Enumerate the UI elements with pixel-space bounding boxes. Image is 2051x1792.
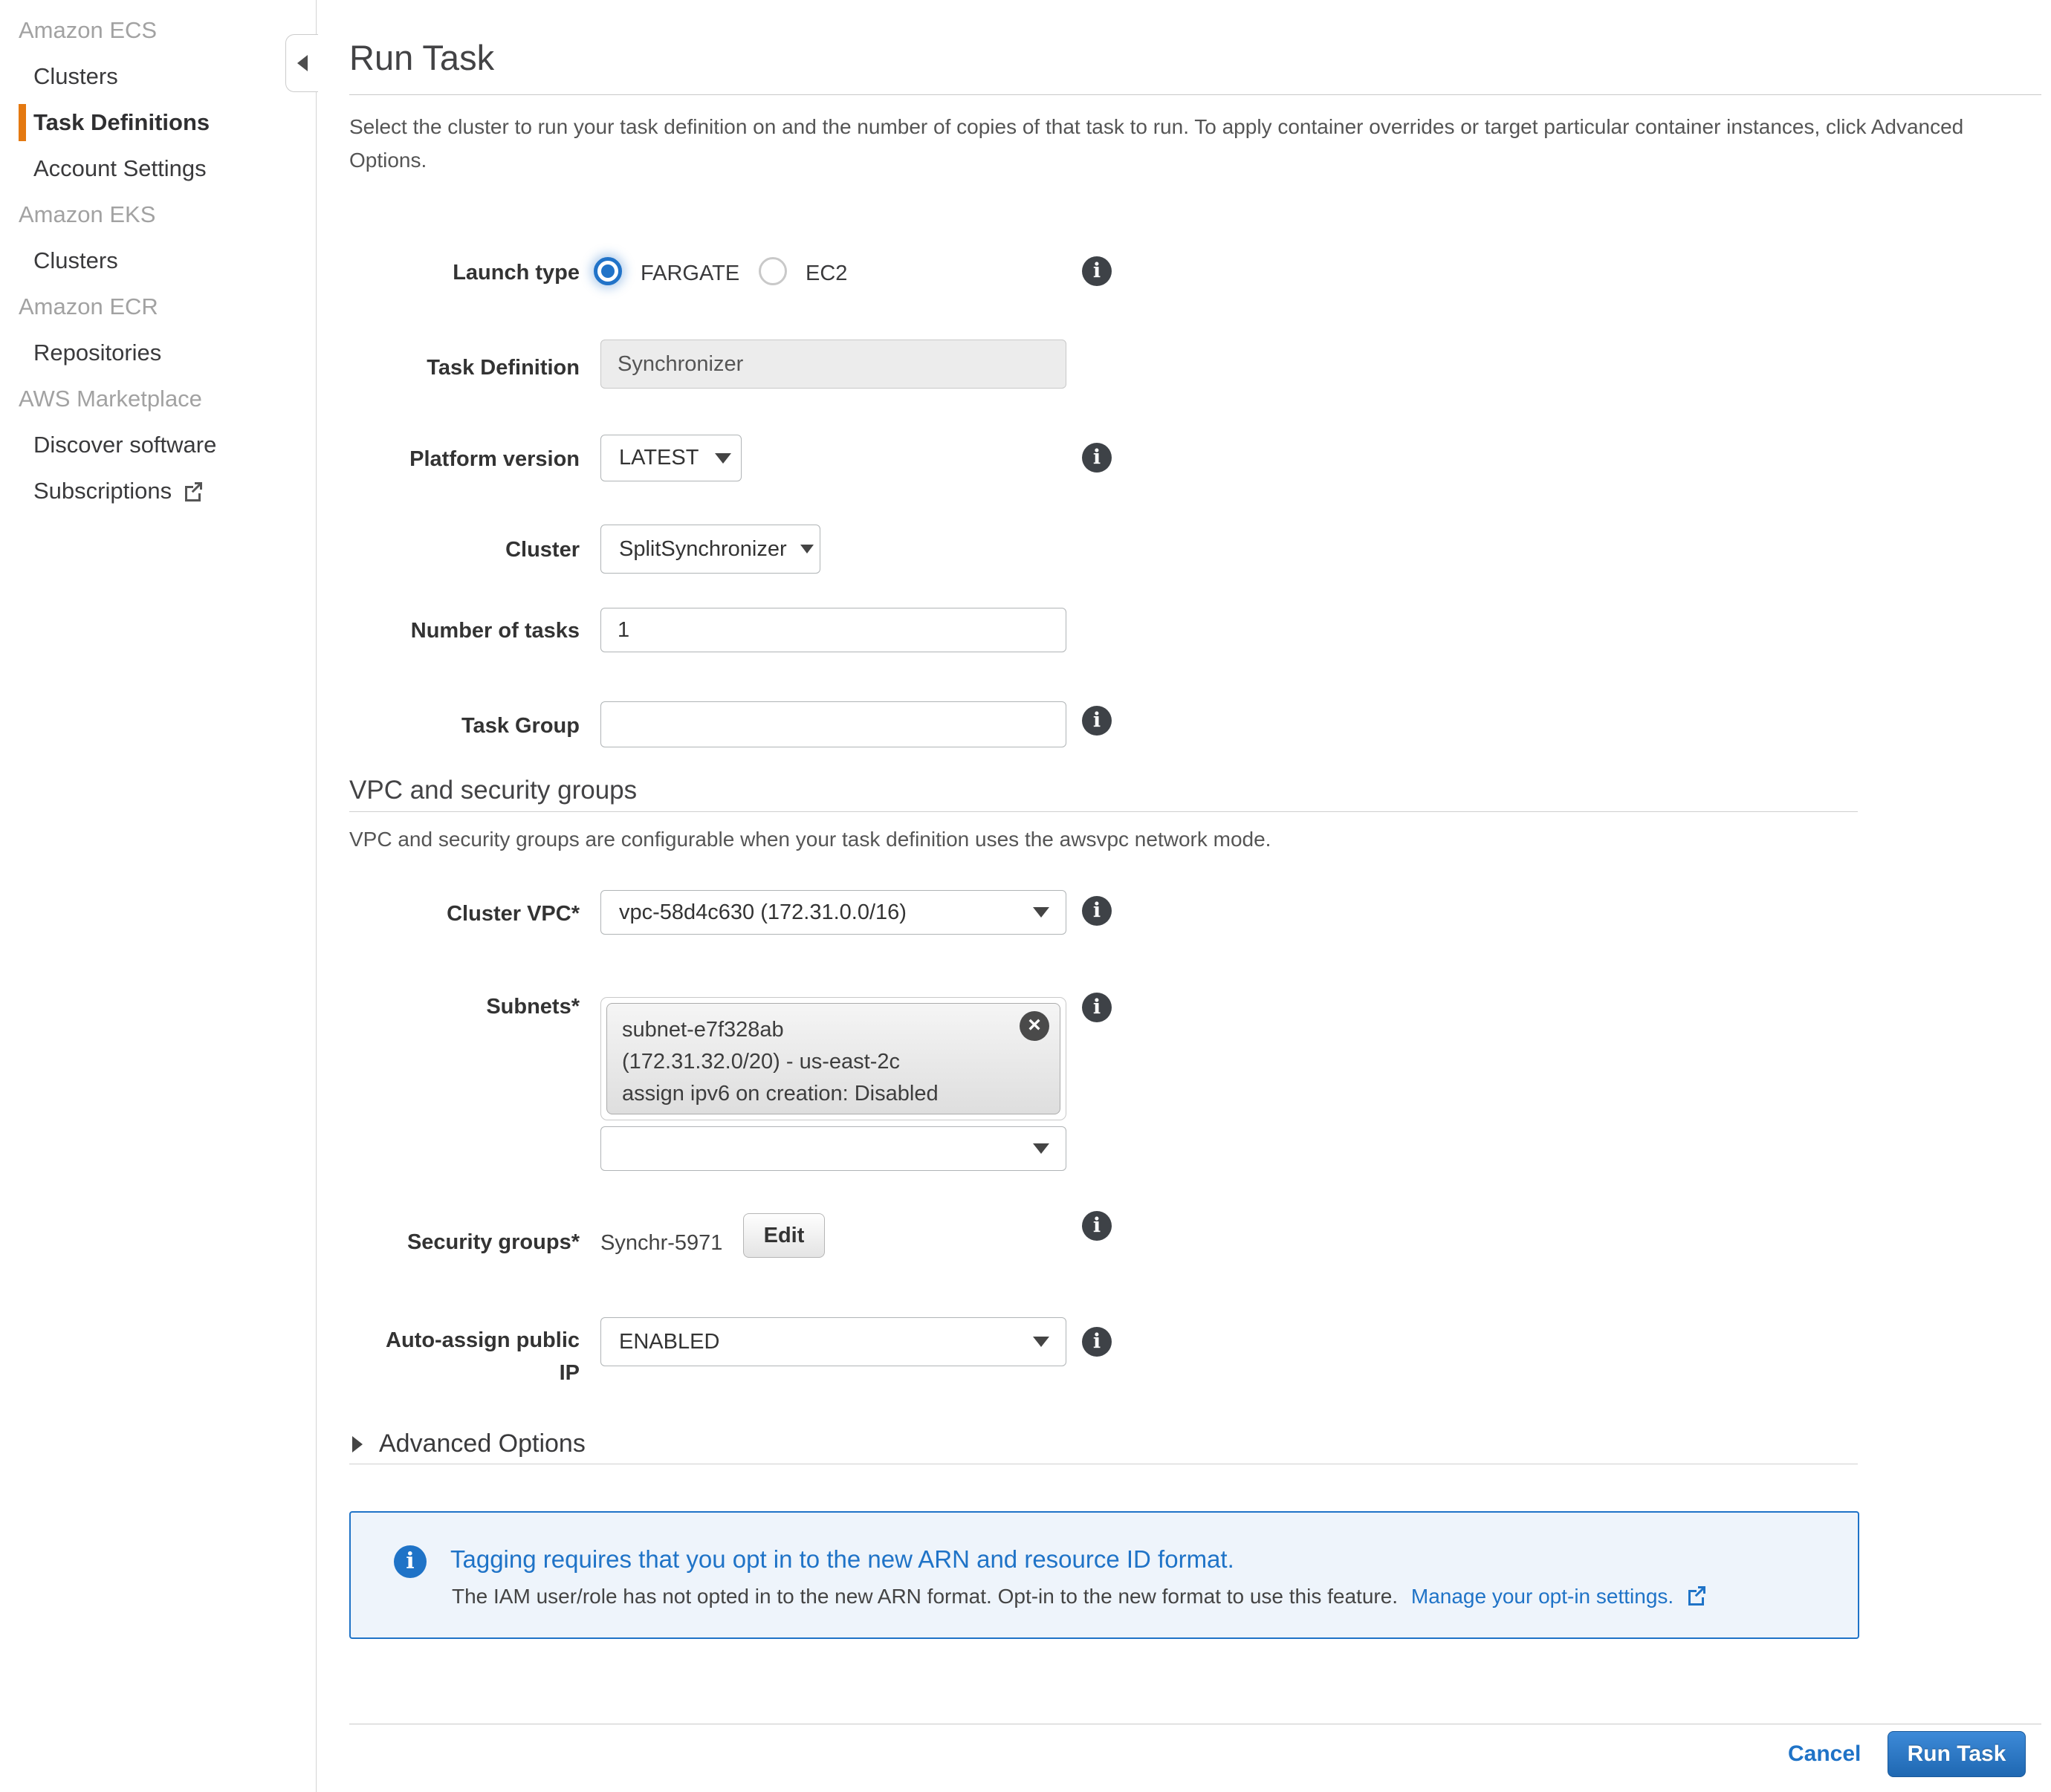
cluster-vpc-label: Cluster VPC*	[327, 901, 580, 926]
title-divider	[349, 94, 2041, 95]
manage-opt-in-settings-link[interactable]: Manage your opt-in settings.	[1411, 1585, 1673, 1608]
auto-assign-public-ip-label: Auto-assign public IP	[379, 1324, 580, 1389]
task-definition-label: Task Definition	[327, 355, 580, 380]
sidebar-item-subscriptions[interactable]: Subscriptions	[19, 468, 316, 514]
sidebar-header-amazon-eks: Amazon EKS	[19, 192, 316, 238]
page-title: Run Task	[349, 37, 494, 78]
number-of-tasks-input[interactable]	[600, 608, 1066, 652]
security-groups-value: Synchr-5971	[600, 1231, 722, 1256]
caret-down-icon	[1033, 1337, 1049, 1347]
sidebar-header-aws-marketplace: AWS Marketplace	[19, 376, 316, 422]
task-group-info-icon[interactable]: i	[1082, 706, 1112, 736]
subnet-chip-line: (172.31.32.0/20) - us-east-2c	[622, 1046, 1045, 1078]
notice-info-icon: i	[394, 1545, 427, 1578]
sidebar-item-repositories[interactable]: Repositories	[19, 330, 316, 376]
subnets-info-icon[interactable]: i	[1082, 993, 1112, 1022]
caret-down-icon	[1033, 1143, 1049, 1154]
caret-down-icon	[715, 453, 731, 464]
caret-down-icon	[1033, 907, 1049, 918]
sidebar-item-task-definitions[interactable]: Task Definitions	[19, 100, 316, 146]
subnet-chip: subnet-e7f328ab (172.31.32.0/20) - us-ea…	[606, 1003, 1060, 1114]
subnets-label: Subnets*	[327, 994, 580, 1019]
cluster-vpc-dropdown[interactable]: vpc-58d4c630 (172.31.0.0/16)	[600, 890, 1066, 935]
platform-version-dropdown[interactable]: LATEST	[600, 435, 742, 481]
sidebar-item-account-settings[interactable]: Account Settings	[19, 146, 316, 192]
sidebar-collapse-button[interactable]	[285, 34, 318, 92]
notice-title: Tagging requires that you opt in to the …	[450, 1545, 1234, 1574]
edit-security-groups-button[interactable]: Edit	[743, 1213, 825, 1258]
sidebar-item-discover-software[interactable]: Discover software	[19, 422, 316, 468]
external-link-icon	[1685, 1584, 1708, 1606]
sidebar-header-amazon-ecr: Amazon ECR	[19, 284, 316, 330]
cluster-vpc-info-icon[interactable]: i	[1082, 896, 1112, 926]
launch-type-info-icon[interactable]: i	[1082, 256, 1112, 286]
task-definition-field[interactable]	[600, 340, 1066, 389]
sidebar: Amazon ECS Clusters Task Definitions Acc…	[0, 0, 317, 1792]
subnets-selected-list: subnet-e7f328ab (172.31.32.0/20) - us-ea…	[600, 997, 1066, 1120]
platform-version-info-icon[interactable]: i	[1082, 443, 1112, 473]
radio-selected-dot-icon	[601, 264, 615, 278]
cluster-dropdown[interactable]: SplitSynchronizer	[600, 525, 820, 574]
advanced-options-label: Advanced Options	[379, 1429, 586, 1458]
tagging-notice-box: i Tagging requires that you opt in to th…	[349, 1511, 1859, 1639]
vpc-section-divider	[349, 811, 1858, 812]
subnet-chip-line: subnet-e7f328ab	[622, 1014, 1045, 1046]
run-task-button[interactable]: Run Task	[1888, 1731, 2026, 1777]
caret-down-icon	[800, 545, 814, 553]
advanced-options-toggle[interactable]: Advanced Options	[352, 1429, 586, 1458]
launch-type-option-ec2-label: EC2	[806, 262, 847, 286]
cancel-button[interactable]: Cancel	[1788, 1741, 1861, 1767]
vpc-section-title: VPC and security groups	[349, 776, 637, 805]
cluster-label: Cluster	[327, 537, 580, 562]
launch-type-label: Launch type	[327, 260, 580, 285]
run-task-page: Amazon ECS Clusters Task Definitions Acc…	[0, 0, 2051, 1792]
security-groups-info-icon[interactable]: i	[1082, 1211, 1112, 1241]
subnet-chip-line: assign ipv6 on creation: Disabled	[622, 1078, 1045, 1110]
launch-type-radio-ec2[interactable]	[759, 257, 787, 285]
platform-version-label: Platform version	[327, 447, 580, 472]
sidebar-header-amazon-ecs: Amazon ECS	[19, 7, 316, 53]
task-group-input[interactable]	[600, 701, 1066, 747]
vpc-section-description: VPC and security groups are configurable…	[349, 828, 1271, 851]
notice-body: The IAM user/role has not opted in to th…	[452, 1584, 1708, 1608]
external-link-icon	[182, 480, 204, 502]
auto-assign-public-ip-dropdown[interactable]: ENABLED	[600, 1317, 1066, 1366]
remove-subnet-icon[interactable]: ×	[1020, 1011, 1049, 1041]
security-groups-label: Security groups*	[327, 1230, 580, 1255]
disclosure-caret-icon	[352, 1436, 363, 1452]
active-indicator	[19, 104, 26, 141]
subnets-dropdown[interactable]	[600, 1126, 1066, 1171]
page-description: Select the cluster to run your task defi…	[349, 110, 2025, 177]
task-group-label: Task Group	[327, 713, 580, 738]
collapse-left-icon	[297, 55, 308, 71]
sidebar-item-clusters-ecs[interactable]: Clusters	[19, 53, 316, 100]
number-of-tasks-label: Number of tasks	[327, 618, 580, 643]
auto-assign-public-ip-info-icon[interactable]: i	[1082, 1327, 1112, 1357]
launch-type-option-fargate-label: FARGATE	[641, 262, 739, 286]
sidebar-item-clusters-eks[interactable]: Clusters	[19, 238, 316, 284]
launch-type-radio-fargate[interactable]	[594, 257, 622, 285]
